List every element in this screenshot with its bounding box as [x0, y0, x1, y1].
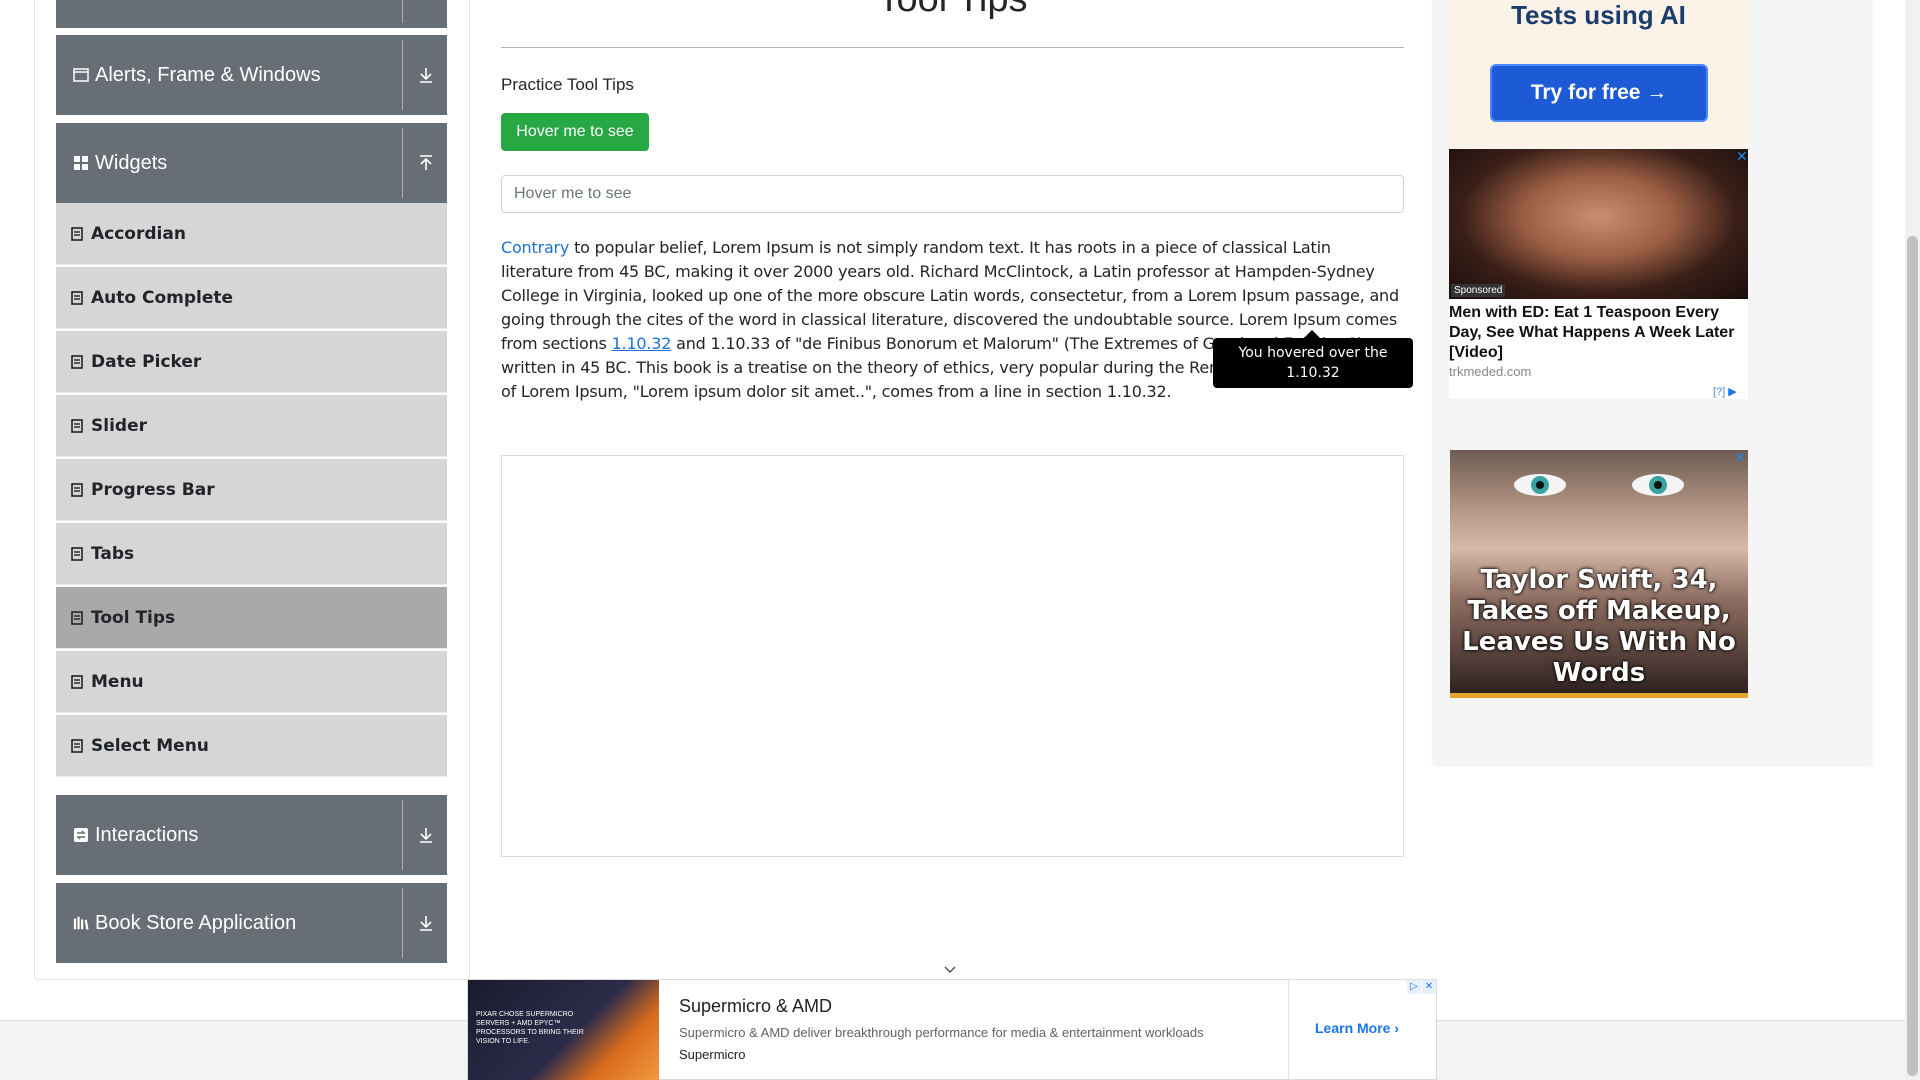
close-icon[interactable]: ✕ — [1736, 149, 1748, 165]
sidebar-item-menu[interactable]: Menu — [56, 651, 447, 713]
sidebar-item-label: Slider — [91, 415, 147, 436]
download-arrow-icon[interactable] — [404, 883, 447, 963]
sidebar-item-label: Select Menu — [91, 735, 209, 756]
chevron-down-icon[interactable] — [940, 962, 960, 976]
sidebar-group-title: Interactions — [95, 823, 199, 846]
hover-me-button[interactable]: Hover me to see — [501, 113, 649, 151]
title-divider — [501, 47, 1404, 48]
sidebar-item-auto-complete[interactable]: Auto Complete — [56, 267, 447, 329]
sidebar-group-alerts[interactable]: Alerts, Frame & Windows — [56, 35, 447, 115]
download-arrow-icon[interactable] — [404, 35, 447, 115]
try-for-free-button[interactable]: Try for free → — [1490, 64, 1708, 122]
close-icon[interactable]: ✕ — [1734, 450, 1746, 466]
group-separator — [402, 800, 403, 870]
banner-description: Supermicro & AMD deliver breakthrough pe… — [679, 1025, 1204, 1040]
sidebar-group-title: Book Store Application — [95, 911, 297, 934]
chevron-right-icon: › — [1394, 1020, 1400, 1036]
sidebar-item-label: Tool Tips — [91, 607, 176, 628]
ed-ad-card[interactable]: Sponsored ✕ Men with ED: Eat 1 Teaspoon … — [1449, 149, 1748, 399]
tooltip-arrow — [1304, 330, 1320, 338]
sidebar-group-previous[interactable] — [56, 0, 447, 28]
sidebar-item-label: Auto Complete — [91, 287, 234, 308]
item-icon — [70, 482, 84, 498]
sidebar-item-label: Menu — [91, 671, 144, 692]
sidebar-item-label: Accordian — [91, 223, 186, 244]
group-separator — [402, 40, 403, 110]
sidebar-item-label: Progress Bar — [91, 479, 215, 500]
item-icon — [70, 354, 84, 370]
practice-label: Practice Tool Tips — [501, 75, 634, 94]
page-title: Tool Tips — [501, 0, 1404, 21]
ed-ad-headline[interactable]: Men with ED: Eat 1 Teaspoon Every Day, S… — [1449, 303, 1748, 363]
window-icon — [73, 67, 89, 83]
close-icon[interactable]: ✕ — [1422, 980, 1436, 994]
ai-tests-ad-text: Tests using AI — [1511, 0, 1686, 30]
ad-accent-bar — [1450, 693, 1748, 698]
banner-title[interactable]: Supermicro & AMD — [679, 996, 832, 1017]
sidebar-group-title: Alerts, Frame & Windows — [95, 63, 321, 86]
adchoices-label: [?] — [1713, 386, 1726, 398]
group-separator — [402, 888, 403, 958]
sidebar-item-tool-tips[interactable]: Tool Tips — [56, 587, 447, 649]
item-icon — [70, 546, 84, 562]
page-viewport: Alerts, Frame & Windows Widgets Accordia… — [0, 0, 1920, 1080]
sidebar-group-bookstore[interactable]: Book Store Application — [56, 883, 447, 963]
sidebar-group-widgets[interactable]: Widgets — [56, 123, 447, 203]
ed-ad-domain: trkmeded.com — [1449, 364, 1532, 379]
celebrity-ad-card[interactable]: ✕ Taylor Swift, 34, Takes off Makeup, Le… — [1450, 450, 1748, 698]
sidebar-item-accordian[interactable]: Accordian — [56, 203, 447, 265]
celebrity-ad-headline[interactable]: Taylor Swift, 34, Takes off Makeup, Leav… — [1450, 565, 1748, 689]
tooltip: You hovered over the 1.10.32 — [1213, 338, 1413, 388]
sidebar-item-tabs[interactable]: Tabs — [56, 523, 447, 585]
item-icon — [70, 738, 84, 754]
adchoices-icon[interactable]: ▷ ✕ — [1407, 980, 1437, 995]
download-arrow-icon[interactable] — [404, 0, 447, 28]
ad-info-icon[interactable]: ▷ — [1407, 980, 1421, 994]
upload-arrow-icon[interactable] — [404, 123, 447, 203]
item-icon — [70, 418, 84, 434]
ad-placeholder-frame — [501, 455, 1404, 857]
banner-image-caption: PIXAR CHOSE SUPERMICRO SERVERS + AMD EPY… — [476, 1011, 584, 1045]
hover-me-input[interactable] — [501, 175, 1404, 213]
learn-more-button[interactable]: Learn More › — [1315, 1020, 1399, 1036]
item-icon — [70, 290, 84, 306]
ad-eyes-graphic — [1514, 474, 1684, 496]
sidebar-item-slider[interactable]: Slider — [56, 395, 447, 457]
widgets-grid-icon — [73, 155, 89, 171]
group-separator — [402, 128, 403, 198]
sidebar-item-label: Tabs — [91, 543, 135, 564]
sidebar-item-progress-bar[interactable]: Progress Bar — [56, 459, 447, 521]
bottom-banner-ad[interactable]: PIXAR CHOSE SUPERMICRO SERVERS + AMD EPY… — [467, 979, 1437, 1080]
sidebar-group-interactions[interactable]: Interactions — [56, 795, 447, 875]
banner-ad-image[interactable]: PIXAR CHOSE SUPERMICRO SERVERS + AMD EPY… — [468, 980, 659, 1080]
section-link-1-10-32[interactable]: 1.10.32 — [612, 334, 672, 353]
download-arrow-icon[interactable] — [404, 795, 447, 875]
sponsored-badge: Sponsored — [1451, 284, 1506, 297]
group-separator — [402, 0, 403, 23]
books-icon — [73, 915, 89, 931]
ed-ad-image[interactable] — [1449, 149, 1748, 299]
scrollbar-thumb[interactable] — [1907, 236, 1918, 1076]
sidebar-item-date-picker[interactable]: Date Picker — [56, 331, 447, 393]
item-icon — [70, 674, 84, 690]
sidebar-item-select-menu[interactable]: Select Menu — [56, 715, 447, 777]
banner-divider — [1288, 980, 1289, 1080]
contrary-link[interactable]: Contrary — [501, 238, 569, 257]
learn-more-label: Learn More — [1315, 1020, 1391, 1036]
sidebar-group-title: Widgets — [95, 151, 168, 174]
sidebar-item-label: Date Picker — [91, 351, 202, 372]
adchoices-icon[interactable]: [?] ▶ — [1713, 385, 1737, 398]
banner-brand: Supermicro — [679, 1047, 746, 1062]
item-icon — [70, 610, 84, 626]
interactions-icon — [73, 827, 89, 843]
item-icon — [70, 226, 84, 242]
